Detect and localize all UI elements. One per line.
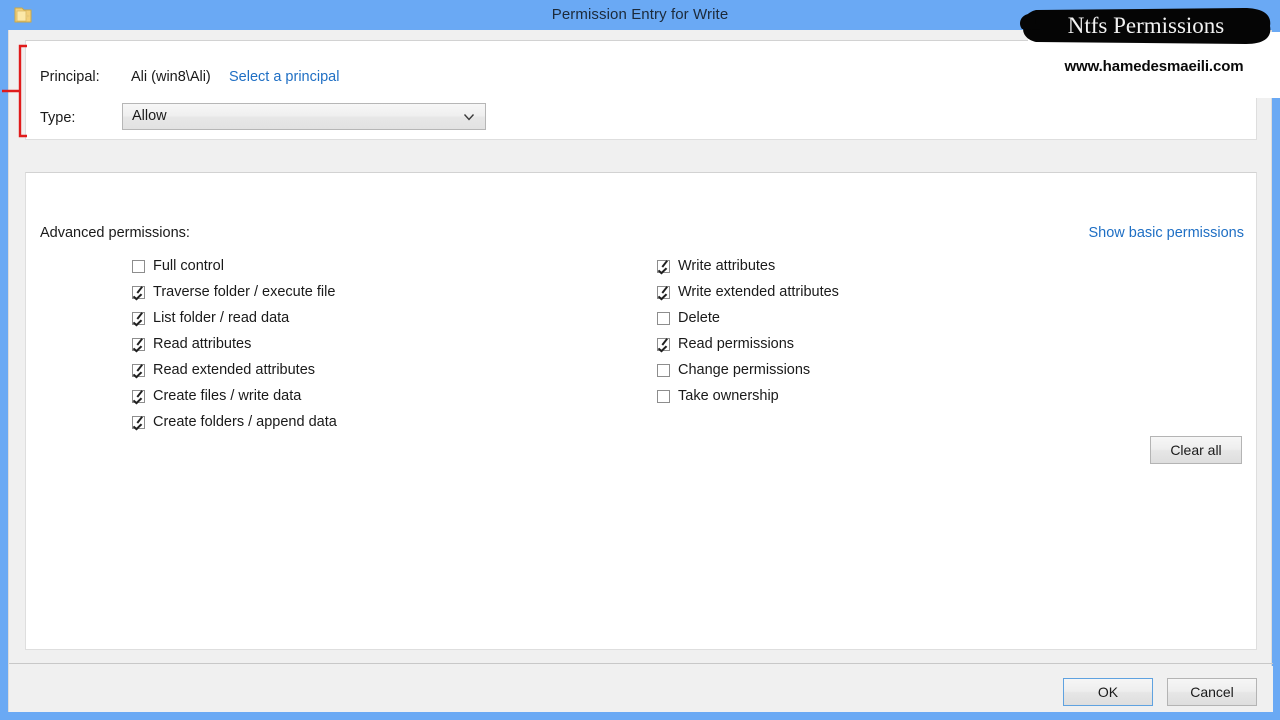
permission-entry-dialog: Permission Entry for Write Principal: Al… <box>0 0 1280 720</box>
permission-label: Create files / write data <box>153 388 302 404</box>
checkbox-checked-icon[interactable] <box>132 311 145 325</box>
checkbox-checked-icon[interactable] <box>132 285 145 299</box>
permission-item[interactable]: Create files / write data <box>132 383 602 409</box>
permission-item[interactable]: Take ownership <box>657 383 1127 409</box>
checkbox-checked-icon[interactable] <box>132 337 145 351</box>
dialog-footer: OK Cancel <box>9 666 1273 712</box>
checkbox-checked-icon[interactable] <box>132 415 145 429</box>
permissions-column-left: Full control Traverse folder / execute fi… <box>132 253 602 435</box>
permission-label: Change permissions <box>678 362 811 378</box>
checkbox-unchecked-icon[interactable] <box>657 363 670 377</box>
principal-label: Principal: <box>40 69 100 85</box>
principal-value: Ali (win8\Ali) <box>131 69 211 85</box>
checkbox-checked-icon[interactable] <box>657 259 670 273</box>
permission-label: Full control <box>153 258 224 274</box>
watermark-badge-text: Ntfs Permissions <box>1067 13 1225 38</box>
select-a-principal-link[interactable]: Select a principal <box>229 69 339 85</box>
type-dropdown-value: Allow <box>132 108 167 124</box>
permission-label: Delete <box>678 310 720 326</box>
permission-label: Traverse folder / execute file <box>153 284 336 300</box>
dialog-client-area: Principal: Ali (win8\Ali) Select a princ… <box>8 30 1273 712</box>
permission-item[interactable]: Full control <box>132 253 602 279</box>
permission-item[interactable]: Read attributes <box>132 331 602 357</box>
permission-label: Write extended attributes <box>678 284 839 300</box>
permission-item[interactable]: Write attributes <box>657 253 1127 279</box>
checkbox-checked-icon[interactable] <box>132 363 145 377</box>
permission-label: Create folders / append data <box>153 414 337 430</box>
permission-item[interactable]: Change permissions <box>657 357 1127 383</box>
permission-item[interactable]: Delete <box>657 305 1127 331</box>
chevron-down-icon <box>462 110 476 124</box>
permission-label: Take ownership <box>678 388 779 404</box>
permission-label: Read permissions <box>678 336 795 352</box>
show-basic-permissions-link[interactable]: Show basic permissions <box>1088 225 1244 241</box>
cancel-button[interactable]: Cancel <box>1167 678 1257 706</box>
type-label: Type: <box>40 110 76 126</box>
checkbox-unchecked-icon[interactable] <box>132 259 145 273</box>
advanced-permissions-panel: Advanced permissions: Show basic permiss… <box>25 172 1257 650</box>
permission-label: List folder / read data <box>153 310 290 326</box>
checkbox-checked-icon[interactable] <box>657 337 670 351</box>
checkbox-checked-icon[interactable] <box>132 389 145 403</box>
permission-label: Write attributes <box>678 258 776 274</box>
permissions-column-right: Write attributes Write extended attribute… <box>657 253 1127 409</box>
permission-label: Read extended attributes <box>153 362 316 378</box>
permission-item[interactable]: Traverse folder / execute file <box>132 279 602 305</box>
clear-all-button[interactable]: Clear all <box>1150 436 1242 464</box>
type-dropdown[interactable]: Allow <box>122 103 486 130</box>
permission-label: Read attributes <box>153 336 252 352</box>
checkbox-unchecked-icon[interactable] <box>657 311 670 325</box>
permission-item[interactable]: Read extended attributes <box>132 357 602 383</box>
checkbox-unchecked-icon[interactable] <box>657 389 670 403</box>
permission-item[interactable]: List folder / read data <box>132 305 602 331</box>
permission-item[interactable]: Write extended attributes <box>657 279 1127 305</box>
permission-item[interactable]: Read permissions <box>657 331 1127 357</box>
advanced-permissions-heading: Advanced permissions: <box>40 225 190 241</box>
checkbox-checked-icon[interactable] <box>657 285 670 299</box>
permission-item[interactable]: Create folders / append data <box>132 409 602 435</box>
footer-divider <box>9 663 1273 664</box>
watermark-site-text: www.hamedesmaeili.com <box>1064 58 1244 75</box>
ok-button[interactable]: OK <box>1063 678 1153 706</box>
